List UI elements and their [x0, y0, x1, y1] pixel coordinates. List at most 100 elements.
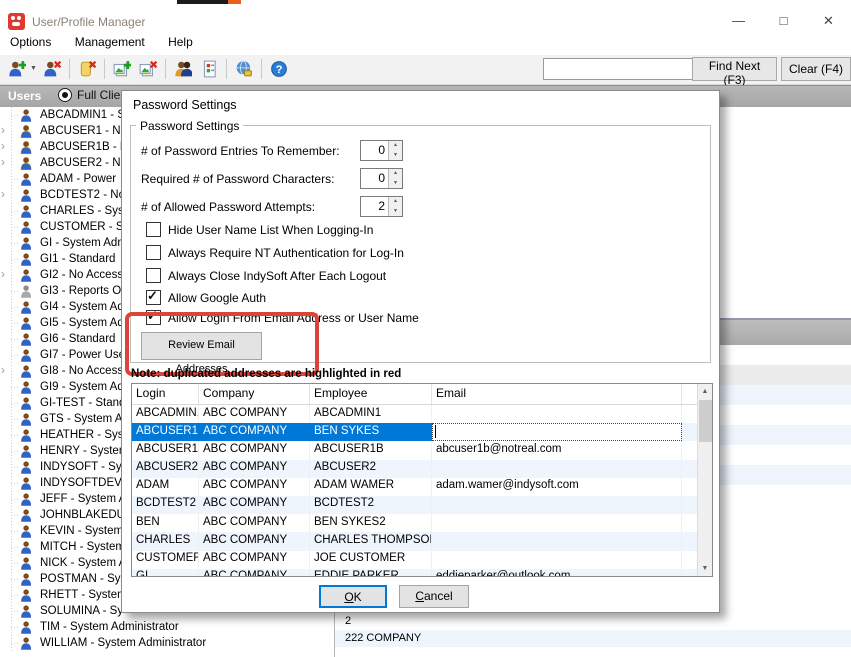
email-table-row[interactable]: GIABC COMPANYEDDIE PARKEReddieparker@out…	[132, 569, 712, 577]
email-review-table: Login Company Employee Email ABCADMIN1AB…	[131, 383, 713, 577]
col-login[interactable]: Login	[132, 384, 199, 404]
spinner-input[interactable]: 0 ▲ ▼	[360, 168, 403, 189]
help-icon[interactable]: ?	[266, 57, 292, 81]
spinner-input[interactable]: 2 ▲ ▼	[360, 196, 403, 217]
email-table-row[interactable]: ADAMABC COMPANYADAM WAMERadam.wamer@indy…	[132, 478, 712, 496]
user-icon	[20, 284, 35, 299]
user-group-icon[interactable]	[170, 57, 196, 81]
spinner-value[interactable]: 0	[361, 169, 388, 188]
delete-profile-icon[interactable]	[135, 57, 161, 81]
email-table-row[interactable]: BENABC COMPANYBEN SYKES2	[132, 514, 712, 532]
find-next-button[interactable]: Find Next (F3)	[692, 57, 777, 81]
delete-user-icon[interactable]	[39, 57, 65, 81]
red-highlight-annotation	[125, 312, 319, 376]
expand-chevron-icon[interactable]: ›	[1, 363, 11, 378]
table-scrollbar[interactable]: ▲ ▼	[697, 384, 712, 576]
scrollbar-thumb[interactable]	[699, 400, 712, 442]
expand-chevron-icon[interactable]: ›	[1, 155, 11, 170]
menu-management[interactable]: Management	[65, 31, 155, 53]
cell-employee: BCDTEST2	[310, 496, 432, 514]
cell-login: BCDTEST2	[132, 496, 199, 514]
expand-chevron-icon[interactable]: ›	[1, 267, 11, 282]
report-icon[interactable]	[196, 57, 222, 81]
expand-chevron-icon[interactable]: ›	[1, 187, 11, 202]
email-table-row[interactable]: ABCADMIN1ABC COMPANYABCADMIN1	[132, 405, 712, 423]
checkbox-always-require-nt-authenticati[interactable]: Always Require NT Authentication for Log…	[146, 245, 404, 260]
user-label: GI2 - No Access	[40, 267, 123, 283]
user-label: GI - System Adm	[40, 235, 127, 251]
tree-stub	[11, 227, 19, 228]
email-table-row[interactable]: BCDTEST2ABC COMPANYBCDTEST2	[132, 496, 712, 514]
globe-icon[interactable]	[231, 57, 257, 81]
scroll-up-icon[interactable]: ▲	[698, 384, 712, 399]
toolbar-separator	[69, 59, 70, 79]
tree-stub	[11, 211, 19, 212]
ok-button[interactable]: OK	[319, 585, 387, 608]
cancel-button[interactable]: Cancel	[399, 585, 469, 608]
spin-down-icon[interactable]: ▼	[389, 151, 402, 161]
user-label: CUSTOMER - St	[40, 219, 127, 235]
add-user-icon[interactable]	[4, 57, 30, 81]
cell-employee: CHARLES THOMPSON	[310, 532, 432, 550]
sidebar-item-tim[interactable]: TIM - System Administrator	[0, 619, 334, 635]
remove-card-icon[interactable]	[74, 57, 100, 81]
menu-help[interactable]: Help	[158, 31, 203, 53]
cell-email	[432, 460, 682, 478]
user-icon	[20, 524, 35, 539]
add-profile-icon[interactable]	[109, 57, 135, 81]
spin-down-icon[interactable]: ▼	[389, 179, 402, 189]
email-table-row[interactable]: CUSTOMERABC COMPANYJOE CUSTOMER	[132, 551, 712, 569]
checkbox-hide-user-name-list-when-loggi[interactable]: Hide User Name List When Logging-In	[146, 222, 373, 237]
user-icon	[20, 268, 35, 283]
email-table-row[interactable]: ABCUSER1ABC COMPANYBEN SYKES	[132, 423, 712, 441]
menu-options[interactable]: Options	[0, 31, 61, 53]
user-icon	[20, 140, 35, 155]
checkbox-always-close-indysoft-after-ea[interactable]: Always Close IndySoft After Each Logout	[146, 268, 386, 283]
spinner-input[interactable]: 0 ▲ ▼	[360, 140, 403, 161]
user-icon	[20, 108, 35, 123]
spin-up-icon[interactable]: ▲	[389, 141, 402, 151]
col-email[interactable]: Email	[432, 384, 682, 404]
email-edit-cell[interactable]	[432, 423, 682, 441]
user-label: HENRY - System	[40, 443, 128, 459]
email-table-row[interactable]: ABCUSER1BABC COMPANYABCUSER1Babcuser1b@n…	[132, 441, 712, 459]
tree-stub	[11, 291, 19, 292]
email-table-row[interactable]: ABCUSER2ABC COMPANYABCUSER2	[132, 460, 712, 478]
spin-down-icon[interactable]: ▼	[389, 207, 402, 217]
user-label: INDYSOFTDEV -	[40, 475, 129, 491]
expand-chevron-icon[interactable]: ›	[1, 139, 11, 154]
spin-up-icon[interactable]: ▲	[389, 197, 402, 207]
spinner-value[interactable]: 0	[361, 141, 388, 160]
spinner-value[interactable]: 2	[361, 197, 388, 216]
cell-login: ABCUSER1	[132, 423, 199, 441]
clear-button[interactable]: Clear (F4)	[781, 57, 851, 81]
user-label: ABCADMIN1 - S	[40, 107, 125, 123]
email-table-row[interactable]: CHARLESABC COMPANYCHARLES THOMPSON	[132, 532, 712, 550]
full-client-radio[interactable]: Full Client	[58, 88, 130, 102]
checkbox-allow-google-auth[interactable]: ✓ Allow Google Auth	[146, 290, 266, 305]
checkbox-icon[interactable]	[146, 268, 161, 283]
checkbox-label: Always Require NT Authentication for Log…	[168, 246, 404, 260]
tree-stub	[11, 179, 19, 180]
expand-chevron-icon[interactable]: ›	[1, 123, 11, 138]
cell-company: ABC COMPANY	[199, 423, 310, 441]
detail-panel-value-row: 2	[335, 613, 851, 630]
find-input[interactable]	[543, 58, 694, 80]
checkbox-icon[interactable]	[146, 222, 161, 237]
checkbox-icon[interactable]: ✓	[146, 290, 161, 305]
sidebar-item-william[interactable]: WILLIAM - System Administrator	[0, 635, 334, 651]
user-icon	[20, 460, 35, 475]
add-user-dropdown-icon[interactable]: ▼	[30, 65, 37, 72]
tree-stub	[11, 499, 19, 500]
scroll-down-icon[interactable]: ▼	[698, 561, 712, 576]
user-label: WILLIAM - System Administrator	[40, 635, 206, 651]
col-employee[interactable]: Employee	[310, 384, 432, 404]
user-label: GI6 - Standard	[40, 331, 115, 347]
user-label: POSTMAN - Sys	[40, 571, 126, 587]
spin-up-icon[interactable]: ▲	[389, 169, 402, 179]
user-icon	[20, 364, 35, 379]
col-company[interactable]: Company	[199, 384, 310, 404]
user-label: GI7 - Power Use	[40, 347, 125, 363]
checkbox-icon[interactable]	[146, 245, 161, 260]
tree-stub	[11, 419, 19, 420]
